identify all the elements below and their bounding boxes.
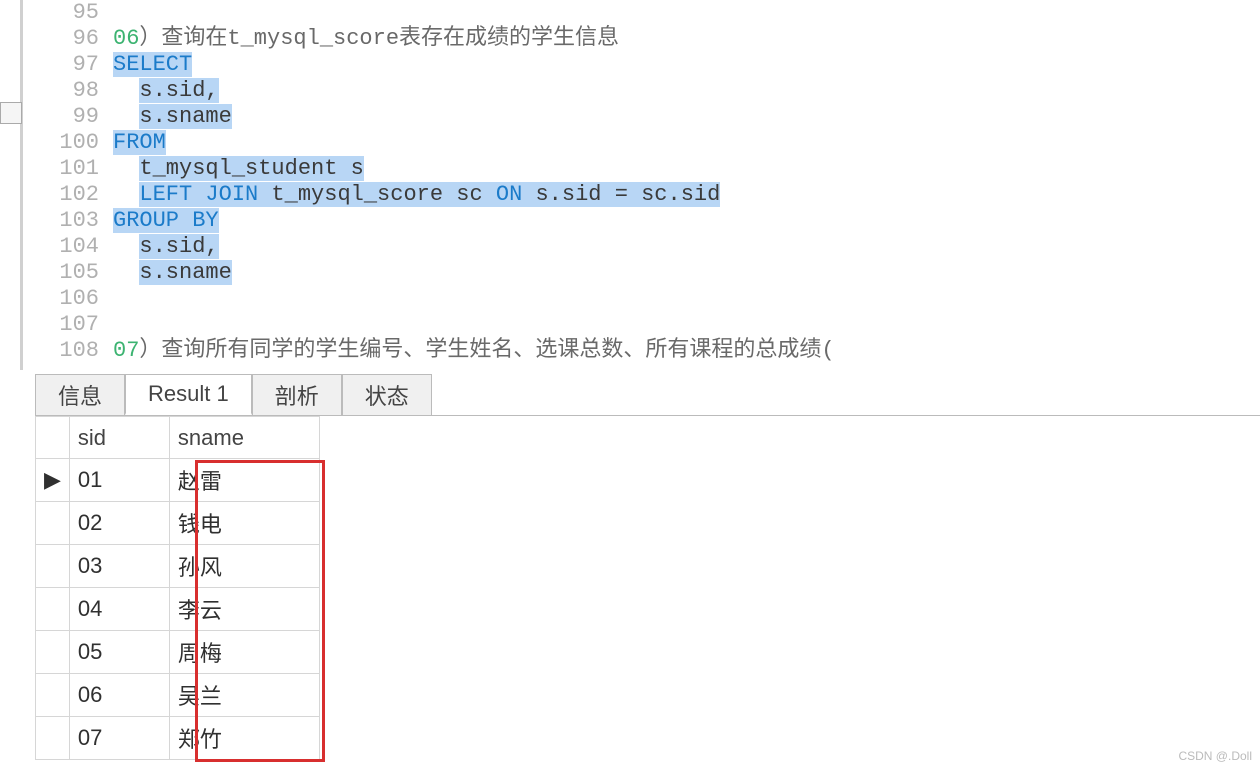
cell-sid[interactable]: 02 bbox=[69, 502, 169, 545]
line-number: 98 bbox=[23, 78, 99, 104]
code-line bbox=[113, 312, 1260, 338]
line-number: 96 bbox=[23, 26, 99, 52]
row-indicator bbox=[36, 545, 70, 588]
code-line: 07）查询所有同学的学生编号、学生姓名、选课总数、所有课程的总成绩( bbox=[113, 338, 1260, 364]
table-row[interactable]: 02钱电 bbox=[36, 502, 320, 545]
row-indicator bbox=[36, 674, 70, 717]
table-header-row: sid sname bbox=[36, 417, 320, 459]
line-number: 104 bbox=[23, 234, 99, 260]
table-row[interactable]: 06吴兰 bbox=[36, 674, 320, 717]
cell-sname[interactable]: 赵雷 bbox=[169, 459, 319, 502]
code-line: t_mysql_student s bbox=[113, 156, 1260, 182]
cell-sid[interactable]: 06 bbox=[69, 674, 169, 717]
cell-sname[interactable]: 李云 bbox=[169, 588, 319, 631]
tab-status[interactable]: 状态 bbox=[342, 374, 432, 415]
row-indicator bbox=[36, 631, 70, 674]
cell-sid[interactable]: 04 bbox=[69, 588, 169, 631]
row-indicator-header bbox=[36, 417, 70, 459]
watermark: CSDN @.Doll bbox=[1178, 749, 1252, 763]
code-line: SELECT bbox=[113, 52, 1260, 78]
line-number: 108 bbox=[23, 338, 99, 364]
line-number-gutter: 95 96 97 98 99 100 101 102 103 104 105 1… bbox=[23, 0, 113, 370]
code-line: s.sname bbox=[113, 260, 1260, 286]
cell-sname[interactable]: 吴兰 bbox=[169, 674, 319, 717]
cell-sname[interactable]: 郑竹 bbox=[169, 717, 319, 760]
result-tabs: 信息 Result 1 剖析 状态 bbox=[35, 374, 1260, 416]
cell-sid[interactable]: 05 bbox=[69, 631, 169, 674]
tab-profile[interactable]: 剖析 bbox=[252, 374, 342, 415]
tab-info[interactable]: 信息 bbox=[35, 374, 125, 415]
table-row[interactable]: 03孙风 bbox=[36, 545, 320, 588]
table-row[interactable]: 07郑竹 bbox=[36, 717, 320, 760]
row-indicator bbox=[36, 588, 70, 631]
code-line: s.sid, bbox=[113, 234, 1260, 260]
cell-sid[interactable]: 01 bbox=[69, 459, 169, 502]
table-row[interactable]: 04李云 bbox=[36, 588, 320, 631]
code-line bbox=[113, 286, 1260, 312]
column-header-sname[interactable]: sname bbox=[169, 417, 319, 459]
line-number: 105 bbox=[23, 260, 99, 286]
sql-editor[interactable]: 95 96 97 98 99 100 101 102 103 104 105 1… bbox=[20, 0, 1260, 370]
line-number: 103 bbox=[23, 208, 99, 234]
cell-sname[interactable]: 钱电 bbox=[169, 502, 319, 545]
line-number: 99 bbox=[23, 104, 99, 130]
cell-sname[interactable]: 周梅 bbox=[169, 631, 319, 674]
code-line bbox=[113, 0, 1260, 26]
row-indicator: ▶ bbox=[36, 459, 70, 502]
code-line: FROM bbox=[113, 130, 1260, 156]
code-line: LEFT JOIN t_mysql_score sc ON s.sid = sc… bbox=[113, 182, 1260, 208]
code-line: GROUP BY bbox=[113, 208, 1260, 234]
column-header-sid[interactable]: sid bbox=[69, 417, 169, 459]
line-number: 100 bbox=[23, 130, 99, 156]
table-row[interactable]: ▶01赵雷 bbox=[36, 459, 320, 502]
result-table[interactable]: sid sname ▶01赵雷02钱电03孙风04李云05周梅06吴兰07郑竹 bbox=[35, 416, 320, 760]
fold-handle[interactable] bbox=[0, 102, 22, 124]
line-number: 101 bbox=[23, 156, 99, 182]
code-line: 06）查询在t_mysql_score表存在成绩的学生信息 bbox=[113, 26, 1260, 52]
cell-sid[interactable]: 07 bbox=[69, 717, 169, 760]
line-number: 95 bbox=[23, 0, 99, 26]
tab-result-1[interactable]: Result 1 bbox=[125, 374, 252, 415]
table-row[interactable]: 05周梅 bbox=[36, 631, 320, 674]
row-indicator bbox=[36, 717, 70, 760]
line-number: 102 bbox=[23, 182, 99, 208]
line-number: 106 bbox=[23, 286, 99, 312]
code-line: s.sname bbox=[113, 104, 1260, 130]
line-number: 97 bbox=[23, 52, 99, 78]
cell-sid[interactable]: 03 bbox=[69, 545, 169, 588]
cell-sname[interactable]: 孙风 bbox=[169, 545, 319, 588]
row-indicator bbox=[36, 502, 70, 545]
result-panel: sid sname ▶01赵雷02钱电03孙风04李云05周梅06吴兰07郑竹 bbox=[35, 416, 1260, 760]
code-area[interactable]: 06）查询在t_mysql_score表存在成绩的学生信息 SELECT s.s… bbox=[113, 0, 1260, 370]
code-line: s.sid, bbox=[113, 78, 1260, 104]
line-number: 107 bbox=[23, 312, 99, 338]
